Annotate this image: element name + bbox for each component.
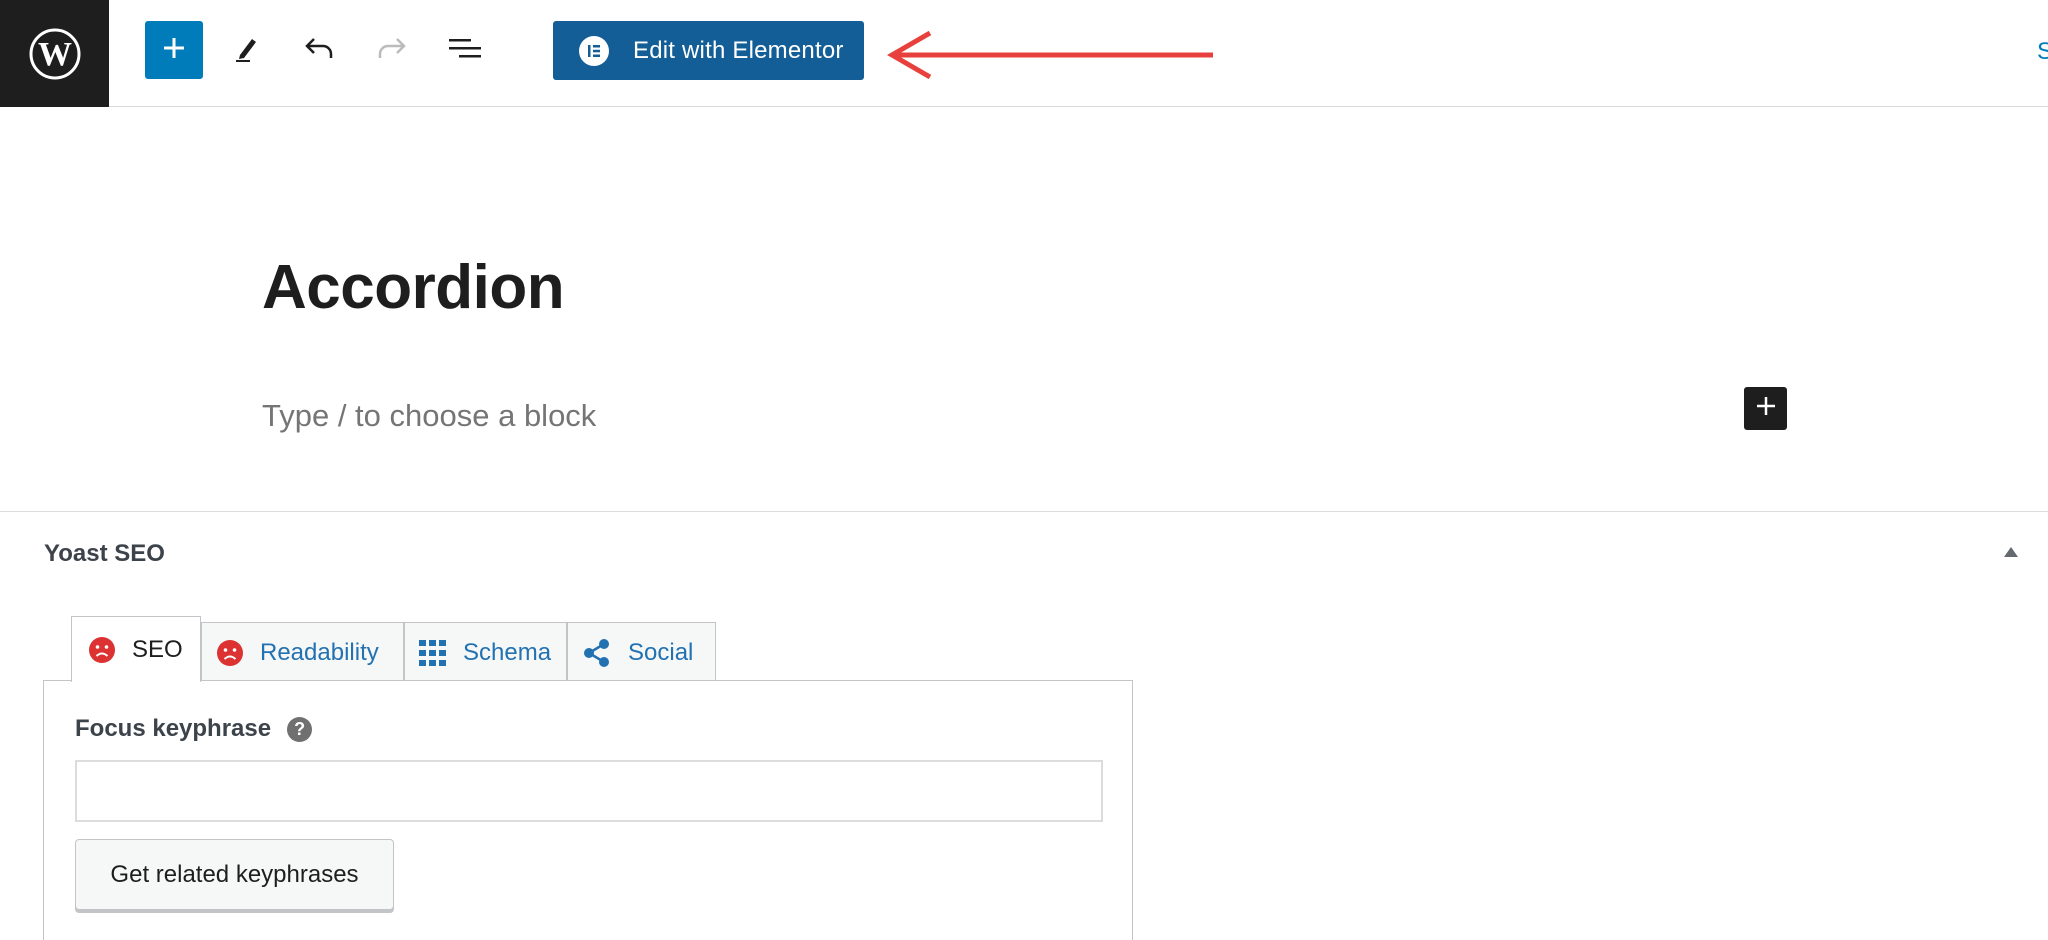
sad-face-icon: [88, 636, 116, 664]
plus-icon: [161, 35, 187, 66]
post-title[interactable]: Accordion: [262, 252, 565, 323]
edit-with-elementor-button[interactable]: Edit with Elementor: [553, 21, 864, 80]
svg-text:W: W: [38, 36, 72, 73]
undo-icon: [303, 35, 335, 66]
focus-keyphrase-text: Focus keyphrase: [75, 715, 272, 742]
grid-icon: [419, 639, 447, 666]
collapse-toggle-icon[interactable]: [2004, 547, 2018, 557]
redo-button[interactable]: [363, 21, 421, 79]
elementor-icon: [579, 35, 609, 66]
metabox-title: Yoast SEO: [44, 540, 165, 567]
add-block-button[interactable]: [145, 21, 203, 79]
yoast-tabs: SEO Readability Schema Social: [71, 616, 716, 682]
edit-with-elementor-label: Edit with Elementor: [633, 36, 844, 64]
pencil-icon: [232, 33, 262, 68]
list-view-icon: [448, 35, 482, 66]
tab-schema[interactable]: Schema: [404, 622, 567, 682]
tab-label: Schema: [463, 638, 552, 666]
get-related-keyphrases-button[interactable]: Get related keyphrases: [75, 839, 394, 910]
focus-keyphrase-input[interactable]: [75, 760, 1103, 822]
tab-readability[interactable]: Readability: [201, 622, 404, 682]
share-icon: [582, 638, 612, 668]
yoast-seo-metabox: Yoast SEO SEO Readability Schema Social …: [0, 511, 2048, 940]
tab-seo[interactable]: SEO: [71, 616, 201, 682]
list-view-button[interactable]: [436, 21, 494, 79]
editor-header: W Edit with Elementor S: [0, 0, 2048, 107]
tab-label: Social: [628, 638, 694, 666]
inline-add-block-button[interactable]: [1744, 387, 1787, 430]
tab-social[interactable]: Social: [567, 622, 716, 682]
block-placeholder[interactable]: Type / to choose a block: [262, 398, 596, 434]
help-icon[interactable]: ?: [287, 716, 313, 742]
focus-keyphrase-label: Focus keyphrase ?: [75, 715, 313, 743]
annotation-arrow-icon: [886, 27, 1216, 88]
tab-label: Readability: [260, 638, 379, 666]
seo-panel: Focus keyphrase ? Get related keyphrases: [43, 680, 1133, 940]
save-draft-link[interactable]: S: [2037, 38, 2048, 66]
redo-icon: [376, 35, 408, 66]
wordpress-logo-icon[interactable]: W: [0, 0, 109, 107]
plus-icon: [1755, 395, 1777, 422]
tab-label: SEO: [132, 635, 183, 663]
sad-face-icon: [216, 639, 244, 667]
tools-button[interactable]: [218, 21, 276, 79]
undo-button[interactable]: [290, 21, 348, 79]
